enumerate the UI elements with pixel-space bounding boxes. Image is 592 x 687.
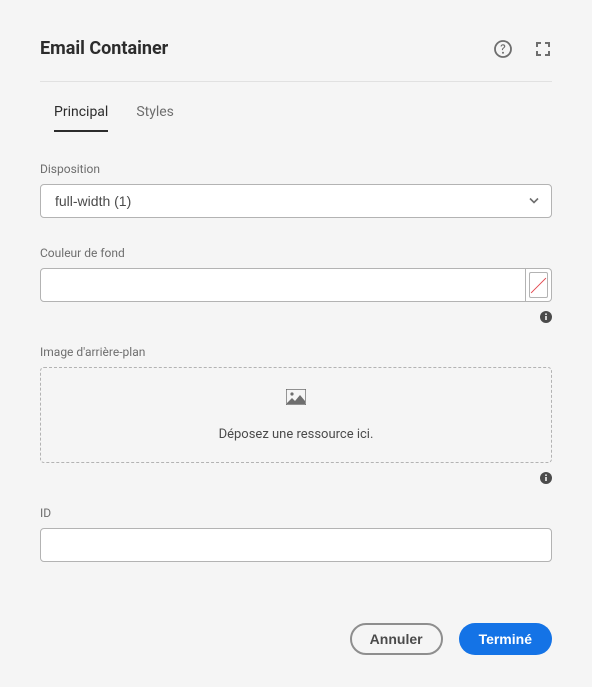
info-icon[interactable] bbox=[540, 308, 552, 327]
tab-principal[interactable]: Principal bbox=[54, 104, 108, 132]
bgcolor-swatch[interactable] bbox=[526, 268, 552, 302]
tabs: Principal Styles bbox=[40, 104, 552, 132]
bgimage-info-row bbox=[40, 469, 552, 488]
fullscreen-icon[interactable] bbox=[534, 40, 552, 58]
cancel-button[interactable]: Annuler bbox=[350, 623, 443, 655]
dialog-footer: Annuler Terminé bbox=[350, 623, 552, 655]
bgcolor-input-row bbox=[40, 268, 552, 302]
bgcolor-input[interactable] bbox=[40, 268, 526, 302]
disposition-select[interactable] bbox=[40, 184, 552, 218]
disposition-select-wrap bbox=[40, 184, 552, 218]
header-icons bbox=[494, 40, 552, 58]
help-icon[interactable] bbox=[494, 40, 512, 58]
disposition-field: Disposition bbox=[40, 162, 552, 218]
dialog-header: Email Container bbox=[40, 38, 552, 82]
disposition-label: Disposition bbox=[40, 162, 552, 176]
tab-styles[interactable]: Styles bbox=[136, 104, 174, 132]
bgimage-dropzone[interactable]: Déposez une ressource ici. bbox=[40, 367, 552, 463]
image-icon bbox=[286, 389, 306, 409]
bgimage-label: Image d'arrière-plan bbox=[40, 345, 552, 359]
bgcolor-info-row bbox=[40, 308, 552, 327]
no-color-icon bbox=[529, 272, 548, 298]
id-input[interactable] bbox=[40, 528, 552, 562]
info-icon[interactable] bbox=[540, 469, 552, 488]
bgimage-field: Image d'arrière-plan Déposez une ressour… bbox=[40, 345, 552, 488]
form: Disposition Couleur de fond bbox=[40, 162, 552, 562]
bgcolor-field: Couleur de fond bbox=[40, 246, 552, 327]
dialog-title: Email Container bbox=[40, 38, 168, 59]
bgcolor-label: Couleur de fond bbox=[40, 246, 552, 260]
bgimage-drop-text: Déposez une ressource ici. bbox=[219, 427, 374, 442]
done-button[interactable]: Terminé bbox=[459, 623, 552, 655]
id-field: ID bbox=[40, 506, 552, 562]
id-label: ID bbox=[40, 506, 552, 520]
email-container-dialog: Email Container Principal Styles Disposi… bbox=[0, 0, 592, 687]
